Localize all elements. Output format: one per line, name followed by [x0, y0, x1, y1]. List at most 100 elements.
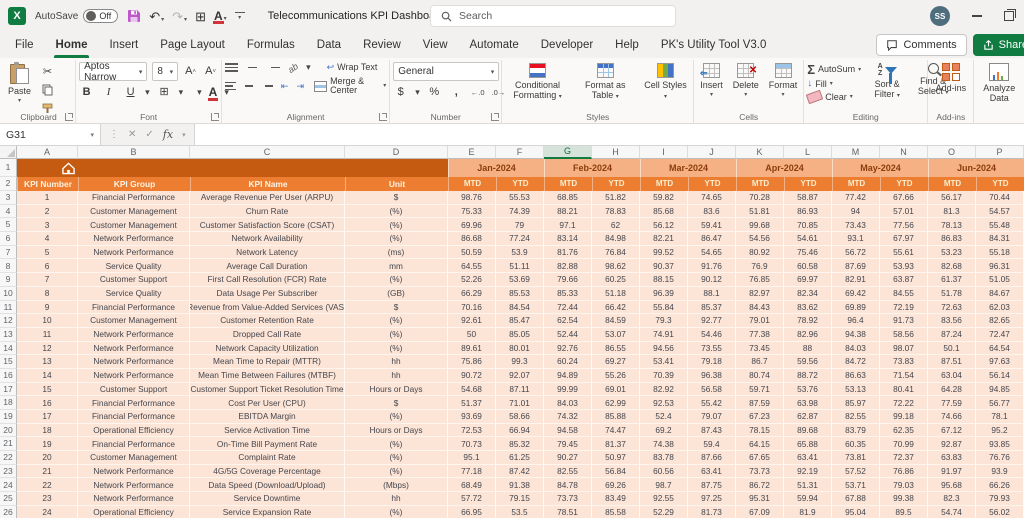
cell-value[interactable]: 86.83	[928, 232, 976, 246]
cell-value[interactable]: 61.25	[496, 451, 544, 465]
cell-kpi-number[interactable]: 16	[17, 396, 78, 410]
row-header-4[interactable]: 4	[0, 204, 17, 219]
cell-value[interactable]: 84.03	[832, 341, 880, 356]
ribbon-tab-developer[interactable]: Developer	[530, 32, 604, 58]
cell-kpi-name[interactable]: First Call Resolution (FCR) Rate	[190, 273, 345, 287]
cell-value[interactable]: 83.78	[640, 451, 688, 465]
cell-kpi-group[interactable]: Service Quality	[78, 259, 190, 274]
cell-value[interactable]: 74.65	[688, 191, 736, 205]
cell-value[interactable]: 77.56	[880, 218, 928, 233]
cell-kpi-group[interactable]: Financial Performance	[78, 437, 190, 452]
cell-value[interactable]: 99.3	[496, 355, 544, 369]
cell-value[interactable]: 80.74	[736, 368, 784, 383]
cell-value[interactable]: 87.66	[688, 451, 736, 465]
cell-kpi-group[interactable]: Network Performance	[78, 492, 190, 506]
cell-unit[interactable]: (%)	[345, 327, 448, 342]
paste-button[interactable]: Paste ▾	[5, 62, 34, 106]
cell-value[interactable]: 77.59	[928, 396, 976, 410]
orientation-dropdown[interactable]: ▾	[306, 62, 311, 73]
cell-kpi-group[interactable]: Customer Management	[78, 314, 190, 328]
cell-value[interactable]: 55.53	[496, 191, 544, 205]
row-header-16[interactable]: 16	[0, 368, 17, 383]
cell-unit[interactable]: hh	[345, 492, 448, 506]
period-subheader[interactable]: MTD	[736, 177, 784, 191]
cell-value[interactable]: 94.58	[544, 423, 592, 438]
period-subheader[interactable]: MTD	[640, 177, 688, 191]
cell-value[interactable]: 91.76	[688, 259, 736, 274]
cell-value[interactable]: 85.53	[496, 286, 544, 301]
cell-value[interactable]: 62.03	[976, 300, 1024, 315]
cell-value[interactable]: 95.68	[928, 478, 976, 493]
cell-value[interactable]: 54.68	[448, 382, 496, 397]
cell-value[interactable]: 51.81	[736, 204, 784, 219]
month-header[interactable]: May-2024	[832, 159, 928, 177]
avatar[interactable]: SS	[930, 6, 950, 26]
month-header[interactable]: Feb-2024	[544, 159, 640, 177]
cell-value[interactable]: 84.98	[592, 232, 640, 246]
cell-value[interactable]: 80.01	[496, 341, 544, 356]
cell-value[interactable]: 78.13	[928, 218, 976, 233]
month-header[interactable]: Apr-2024	[736, 159, 832, 177]
cell-kpi-number[interactable]: 15	[17, 382, 78, 397]
cell-kpi-number[interactable]: 10	[17, 314, 78, 328]
cell-value[interactable]: 83.49	[592, 492, 640, 506]
cell-value[interactable]: 99.52	[640, 245, 688, 260]
cell-value[interactable]: 56.12	[640, 218, 688, 233]
increase-font-button[interactable]: A	[183, 65, 198, 79]
cell-value[interactable]: 50.97	[592, 451, 640, 465]
cell-value[interactable]: 53.41	[640, 355, 688, 369]
cell-value[interactable]: 67.65	[736, 451, 784, 465]
cell-kpi-group[interactable]: Network Performance	[78, 368, 190, 383]
cell-value[interactable]: 65.88	[784, 437, 832, 452]
cell-value[interactable]: 82.55	[832, 410, 880, 424]
cell-kpi-number[interactable]: 20	[17, 451, 78, 465]
cell-kpi-number[interactable]: 5	[17, 245, 78, 260]
cell-value[interactable]: 93.9	[976, 464, 1024, 479]
cell-value[interactable]: 56.17	[928, 191, 976, 205]
cell-unit[interactable]: (%)	[345, 273, 448, 287]
row-header-14[interactable]: 14	[0, 341, 17, 356]
cell-value[interactable]: 95.1	[448, 451, 496, 465]
cell-unit[interactable]: $	[345, 300, 448, 315]
cell-kpi-name[interactable]: Revenue from Value-Added Services (VAS)	[190, 300, 345, 315]
row-header-23[interactable]: 23	[0, 464, 17, 479]
cell-value[interactable]: 77.42	[832, 191, 880, 205]
cell-value[interactable]: 91.97	[928, 464, 976, 479]
conditional-formatting-button[interactable]: Conditional Formatting ▾	[505, 62, 570, 102]
cell-value[interactable]: 72.53	[448, 423, 496, 438]
cell-value[interactable]: 59.4	[688, 437, 736, 452]
cell-value[interactable]: 72.19	[880, 300, 928, 315]
cell-value[interactable]: 64.15	[736, 437, 784, 452]
cell-value[interactable]: 72.37	[880, 451, 928, 465]
cell-kpi-group[interactable]: Operational Efficiency	[78, 505, 190, 518]
autosave-toggle[interactable]: AutoSave Off	[35, 9, 119, 23]
cell-value[interactable]: 83.14	[544, 232, 592, 246]
cell-value[interactable]: 67.97	[880, 232, 928, 246]
font-color-dropdown[interactable]: ▾	[224, 16, 227, 22]
cell-value[interactable]: 67.23	[736, 410, 784, 424]
cell-value[interactable]: 84.72	[832, 355, 880, 369]
cell-value[interactable]: 54.57	[976, 204, 1024, 219]
save-button[interactable]	[127, 9, 141, 23]
cell-value[interactable]: 79.45	[544, 437, 592, 452]
cell-value[interactable]: 59.41	[688, 218, 736, 233]
cell-kpi-group[interactable]: Network Performance	[78, 245, 190, 260]
cell-unit[interactable]: $	[345, 191, 448, 205]
cell-value[interactable]: 68.85	[544, 191, 592, 205]
cell-value[interactable]: 51.37	[448, 396, 496, 410]
row-header-15[interactable]: 15	[0, 355, 17, 369]
row-header-10[interactable]: 10	[0, 286, 17, 301]
cell-value[interactable]: 73.83	[880, 355, 928, 369]
row-header-1[interactable]: 1	[0, 159, 17, 177]
cell-kpi-name[interactable]: Mean Time to Repair (MTTR)	[190, 355, 345, 369]
cell-value[interactable]: 82.21	[640, 232, 688, 246]
period-subheader[interactable]: YTD	[496, 177, 544, 191]
month-header[interactable]: Jan-2024	[448, 159, 544, 177]
cell-value[interactable]: 81.73	[688, 505, 736, 518]
cell-value[interactable]: 94.85	[976, 382, 1024, 397]
cell-value[interactable]: 99.68	[736, 218, 784, 233]
name-box-dropdown[interactable]: ▾	[90, 131, 94, 139]
cell-value[interactable]: 87.59	[736, 396, 784, 410]
cell-value[interactable]: 50.59	[448, 245, 496, 260]
row-header-22[interactable]: 22	[0, 451, 17, 465]
